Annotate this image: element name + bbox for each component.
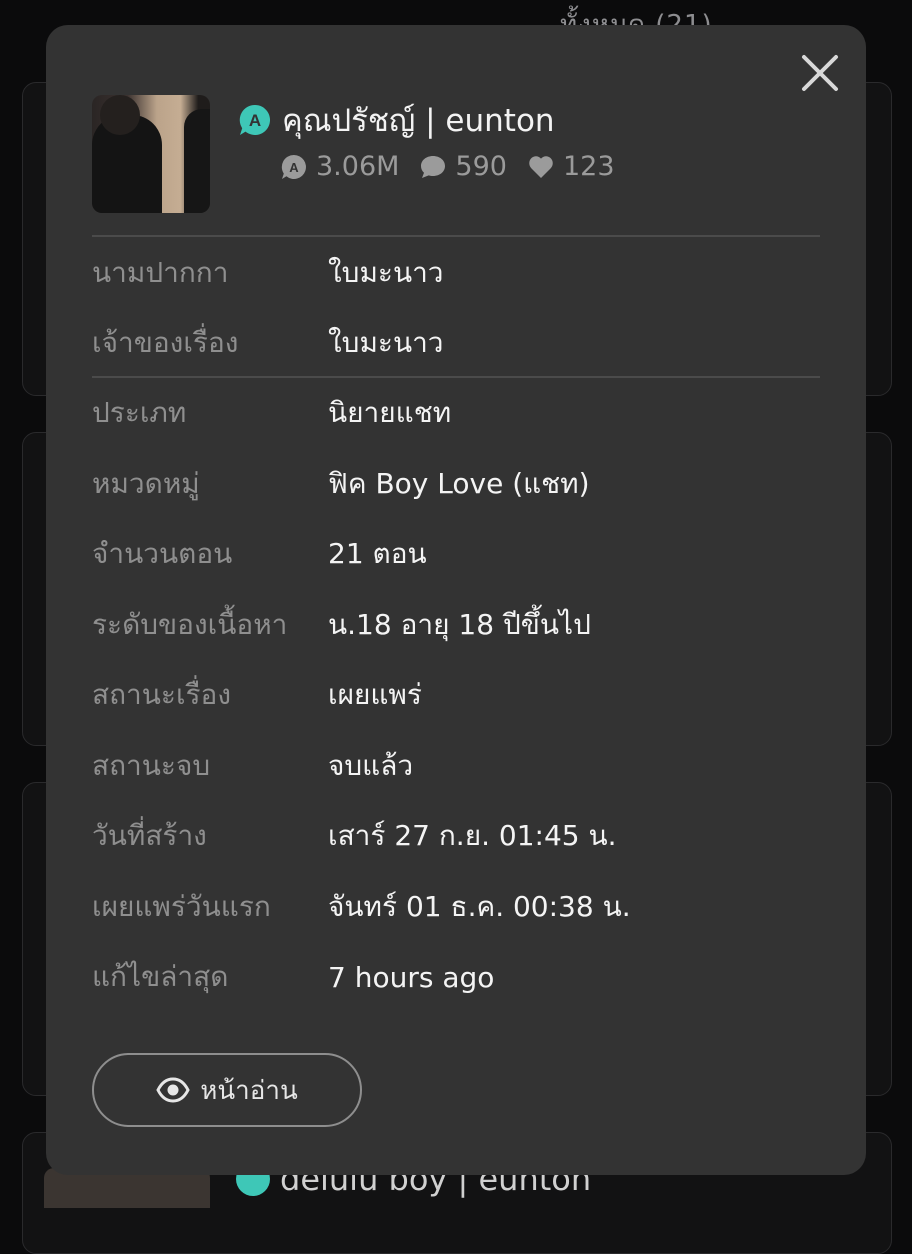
info-row-created-date: วันที่สร้าง เสาร์ 27 ก.ย. 01:45 น. [92, 806, 820, 866]
read-page-label: หน้าอ่าน [200, 1075, 298, 1106]
info-value: ฟิค Boy Love (แชท) [328, 467, 590, 500]
views-count: 3.06M [316, 151, 400, 182]
info-label: สถานะจบ [92, 749, 211, 782]
story-title-row: A คุณปรัชญ์ | eunton [238, 95, 555, 145]
views-icon: A [281, 154, 306, 179]
story-title: คุณปรัชญ์ | eunton [282, 103, 555, 139]
info-value: จันทร์ 01 ธ.ค. 00:38 น. [328, 890, 631, 923]
info-value: 7 hours ago [328, 960, 495, 994]
info-row-completion-status: สถานะจบ จบแล้ว [92, 736, 820, 796]
info-row-category: หมวดหมู่ ฟิค Boy Love (แชท) [92, 454, 820, 514]
info-label: แก้ไขล่าสุด [92, 960, 229, 993]
info-value: เสาร์ 27 ก.ย. 01:45 น. [328, 819, 617, 852]
info-row-episodes: จำนวนตอน 21 ตอน [92, 524, 820, 584]
info-value: เผยแพร่ [328, 678, 422, 711]
info-row-pen-name: นามปากกา ใบมะนาว [92, 243, 820, 303]
info-label: หมวดหมู่ [92, 467, 200, 500]
info-row-first-published: เผยแพร่วันแรก จันทร์ 01 ธ.ค. 00:38 น. [92, 877, 820, 937]
a-badge-icon: A [238, 103, 272, 137]
info-row-owner: เจ้าของเรื่อง ใบมะนาว [92, 313, 820, 373]
info-value: จบแล้ว [328, 749, 414, 782]
info-value: นิยายแชท [328, 396, 452, 429]
info-label: เจ้าของเรื่อง [92, 326, 239, 359]
svg-text:A: A [289, 160, 299, 175]
eye-icon [156, 1077, 190, 1103]
info-label: นามปากกา [92, 256, 229, 289]
heart-icon [529, 155, 553, 178]
info-value: ใบมะนาว [328, 256, 444, 289]
close-button[interactable] [796, 49, 844, 97]
info-label: สถานะเรื่อง [92, 678, 232, 711]
read-page-button[interactable]: หน้าอ่าน [92, 1053, 362, 1127]
story-cover-image [92, 95, 210, 213]
info-row-type: ประเภท นิยายแชท [92, 383, 820, 443]
info-value: ใบมะนาว [328, 326, 444, 359]
info-value: น.18 อายุ 18 ปีขึ้นไป [328, 608, 591, 641]
info-row-last-edited: แก้ไขล่าสุด 7 hours ago [92, 947, 820, 1007]
info-label: ประเภท [92, 396, 187, 429]
info-label: วันที่สร้าง [92, 819, 207, 852]
comments-count: 590 [455, 151, 507, 182]
divider [92, 235, 820, 237]
info-label: ระดับของเนื้อหา [92, 608, 288, 641]
close-icon [802, 55, 838, 91]
info-row-content-rating: ระดับของเนื้อหา น.18 อายุ 18 ปีขึ้นไป [92, 595, 820, 655]
info-label: จำนวนตอน [92, 537, 233, 570]
info-row-story-status: สถานะเรื่อง เผยแพร่ [92, 665, 820, 725]
info-label: เผยแพร่วันแรก [92, 890, 271, 923]
divider [92, 376, 820, 378]
info-value: 21 ตอน [328, 537, 427, 570]
story-info-modal: A คุณปรัชญ์ | eunton A 3.06M 590 123 นาม… [46, 25, 866, 1175]
likes-count: 123 [562, 151, 615, 182]
story-stats: A 3.06M 590 123 [280, 151, 615, 182]
comment-icon [421, 155, 446, 178]
likes-stat: 123 [527, 151, 615, 182]
views-stat: A 3.06M [280, 151, 399, 182]
comments-stat: 590 [419, 151, 507, 182]
svg-text:A: A [249, 111, 261, 130]
story-header: A คุณปรัชญ์ | eunton A 3.06M 590 123 [92, 95, 820, 213]
